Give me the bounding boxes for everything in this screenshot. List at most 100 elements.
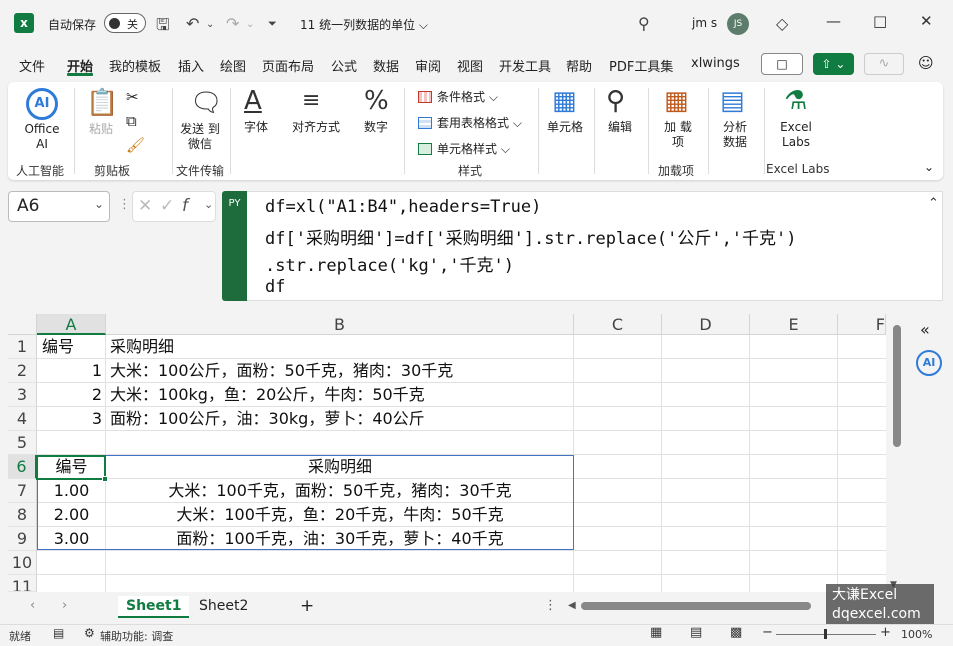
copilot-button[interactable]: ∿	[864, 53, 904, 75]
user-name[interactable]: jm s	[692, 16, 717, 30]
office-ai-icon[interactable]: AI	[26, 88, 58, 120]
chevron-down-icon[interactable]: ⌄	[204, 198, 213, 211]
cell-styles-button[interactable]: 单元格样式 ⌵	[418, 140, 510, 157]
cell-a9[interactable]: 3.00	[37, 527, 106, 551]
cell-b2[interactable]: 大米：100公斤，面粉：50千克，猪肉：30千克	[110, 359, 453, 383]
avatar[interactable]: JS	[727, 13, 749, 35]
autosave-toggle[interactable]: 关	[104, 13, 146, 33]
cell-a2[interactable]: 1	[37, 359, 102, 383]
conditional-format-button[interactable]: 条件格式 ⌵	[418, 88, 498, 105]
cell-a1[interactable]: 编号	[42, 335, 74, 359]
paste-icon[interactable]: 📋	[86, 88, 118, 118]
next-sheet-icon[interactable]: ›	[62, 598, 67, 613]
document-title[interactable]: 11 统一列数据的单位 ⌵	[300, 16, 428, 33]
cell-b8[interactable]: 大米：100千克，鱼：20千克，牛肉：50千克	[106, 503, 574, 527]
send-wechat-button[interactable]: 发送 到微信	[180, 122, 220, 152]
more-options-icon[interactable]: ⋮	[544, 598, 557, 613]
column-header-b[interactable]: B	[106, 314, 574, 335]
zoom-slider-thumb[interactable]	[824, 629, 827, 639]
tab-data[interactable]: 数据	[373, 56, 399, 75]
cell-a3[interactable]: 2	[37, 383, 102, 407]
formula-line-4[interactable]: df	[265, 277, 285, 297]
cut-icon[interactable]: ✂	[126, 88, 139, 106]
maximize-icon[interactable]: □	[873, 12, 887, 30]
vertical-scrollbar[interactable]	[893, 325, 901, 447]
flask-icon[interactable]: ⚗	[784, 86, 807, 116]
cell-a7[interactable]: 1.00	[37, 479, 106, 503]
undo-dropdown-icon[interactable]: ⌄	[206, 19, 214, 30]
font-icon[interactable]: A	[244, 86, 262, 116]
paste-button[interactable]: 粘贴	[86, 122, 116, 137]
cell-a4[interactable]: 3	[37, 407, 102, 431]
collapse-panel-icon[interactable]: «	[920, 320, 930, 339]
save-icon[interactable]: 🖫	[156, 14, 170, 41]
insert-function-icon[interactable]: f	[182, 196, 188, 216]
analyze-data-button[interactable]: 分析 数据	[716, 120, 754, 150]
ai-assistant-icon[interactable]: AI	[916, 350, 942, 376]
row-header-11[interactable]: 11	[8, 575, 37, 592]
redo-dropdown-icon[interactable]: ⌄	[246, 19, 254, 30]
search-icon[interactable]: ⚲	[638, 14, 650, 33]
format-as-table-button[interactable]: 套用表格格式 ⌵	[418, 114, 522, 131]
accessibility-status[interactable]: 辅助功能: 调查	[100, 628, 173, 644]
zoom-out-icon[interactable]: −	[762, 625, 773, 640]
cells-icon[interactable]: ▦	[552, 86, 577, 116]
column-header-d[interactable]: D	[662, 314, 750, 335]
person-search-icon[interactable]: ☺	[918, 54, 934, 72]
row-header-7[interactable]: 7	[8, 479, 37, 503]
copy-icon[interactable]: ⧉	[126, 112, 137, 130]
zoom-in-icon[interactable]: +	[880, 625, 891, 640]
prev-sheet-icon[interactable]: ‹	[30, 598, 35, 613]
tab-pdf-tools[interactable]: PDF工具集	[609, 56, 673, 75]
font-button[interactable]: 字体	[240, 120, 272, 135]
row-header-3[interactable]: 3	[8, 383, 37, 407]
row-header-4[interactable]: 4	[8, 407, 37, 431]
row-header-8[interactable]: 8	[8, 503, 37, 527]
cells-button[interactable]: 单元格	[544, 120, 586, 135]
formula-line-3[interactable]: .str.replace('kg','千克')	[265, 251, 514, 276]
tab-review[interactable]: 审阅	[415, 56, 441, 75]
scroll-left-icon[interactable]: ◀	[568, 600, 576, 611]
tab-xlwings[interactable]: xlwings	[691, 56, 740, 71]
format-painter-icon[interactable]: 🖌	[126, 136, 145, 154]
analyze-data-icon[interactable]: ▤	[720, 86, 745, 116]
tab-developer[interactable]: 开发工具	[499, 56, 551, 75]
redo-icon[interactable]: ↷	[226, 14, 239, 33]
percent-icon[interactable]: %	[364, 86, 389, 116]
column-header-a[interactable]: A	[37, 314, 106, 335]
cell-b7[interactable]: 大米：100千克，面粉：50千克，猪肉：30千克	[106, 479, 574, 503]
row-header-5[interactable]: 5	[8, 431, 37, 455]
office-ai-button[interactable]: Office AI	[18, 122, 66, 152]
add-sheet-button[interactable]: +	[300, 596, 314, 616]
tab-help[interactable]: 帮助	[566, 56, 592, 75]
row-header-9[interactable]: 9	[8, 527, 37, 551]
tab-view[interactable]: 视图	[457, 56, 483, 75]
tab-draw[interactable]: 绘图	[220, 56, 246, 75]
zoom-level[interactable]: 100%	[901, 628, 932, 641]
fill-handle[interactable]	[102, 476, 108, 482]
excel-labs-button[interactable]: Excel Labs	[774, 120, 818, 150]
addins-button[interactable]: 加 载项	[660, 120, 696, 150]
formula-line-2[interactable]: df['采购明细']=df['采购明细'].str.replace('公斤','…	[265, 224, 797, 249]
diamond-icon[interactable]: ◇	[776, 14, 788, 33]
addin-icon[interactable]: ▦	[664, 86, 689, 116]
accessibility-icon[interactable]: ⚙	[84, 626, 95, 640]
sheet-tab-sheet1[interactable]: Sheet1	[118, 596, 190, 618]
page-break-view-icon[interactable]: ▩	[730, 625, 742, 640]
cell-b9[interactable]: 面粉：100千克，油：30千克，萝卜：40千克	[106, 527, 574, 551]
tab-formulas[interactable]: 公式	[331, 56, 357, 75]
row-header-1[interactable]: 1	[8, 335, 37, 359]
macro-record-icon[interactable]: ▤	[53, 626, 64, 640]
enter-icon[interactable]: ✓	[160, 196, 174, 216]
row-header-10[interactable]: 10	[8, 551, 37, 575]
cell-b4[interactable]: 面粉：100公斤，油：30kg，萝卜：40公斤	[110, 407, 425, 431]
share-button[interactable]: ⇧ ⌄	[813, 53, 854, 75]
row-header-6[interactable]: 6	[8, 455, 37, 479]
sheet-tab-sheet2[interactable]: Sheet2	[191, 596, 256, 618]
align-icon[interactable]: ≡	[302, 86, 320, 116]
chevron-down-icon[interactable]: ⌄	[94, 197, 104, 211]
minimize-icon[interactable]: —	[826, 12, 841, 30]
tab-insert[interactable]: 插入	[178, 56, 204, 75]
cell-b6[interactable]: 采购明细	[106, 455, 574, 479]
cell-b1[interactable]: 采购明细	[110, 335, 174, 359]
